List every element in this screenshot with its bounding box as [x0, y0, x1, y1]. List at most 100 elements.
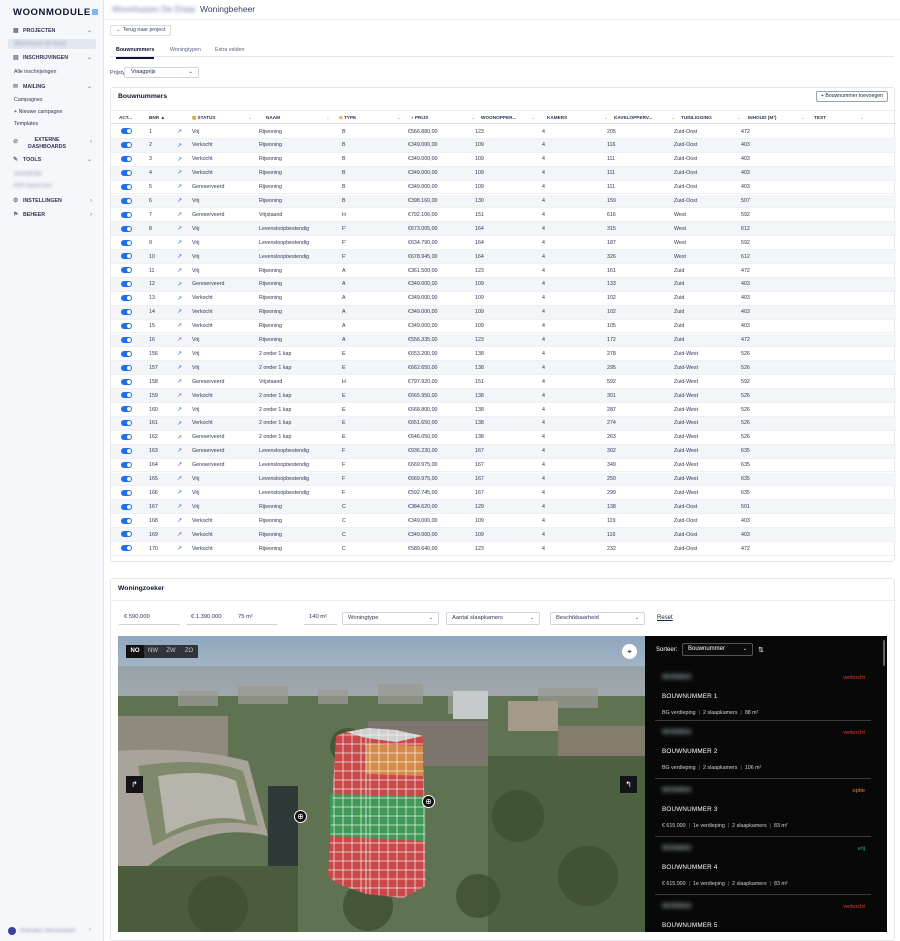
direction-zo[interactable]: ZO [180, 645, 198, 658]
unit-card[interactable]: WONING optie BOUWNUMMER 3 € 615.000 | 1e verd… [655, 779, 871, 837]
active-toggle[interactable] [121, 156, 132, 163]
active-toggle[interactable] [121, 406, 132, 413]
table-row[interactable]: ↗ 16 Vrij Rijwoning A €556.335,00 123 4 172 Zuid 4… [111, 333, 896, 348]
sidebar-section-manage[interactable]: ⚑ BEHEER › [0, 210, 104, 220]
edit-icon[interactable]: ↗ [177, 308, 182, 315]
col-header-status[interactable]: ▦STATUS ⌄ [192, 115, 252, 121]
unit-card[interactable]: WONING verkocht BOUWNUMMER 1 BG verdieping |… [655, 666, 871, 721]
active-toggle[interactable] [121, 211, 132, 218]
table-row[interactable]: ↗ 157 Vrij 2 onder 1 kap E €662.650,00 138 4 295… [111, 361, 896, 376]
sidebar-item-project[interactable]: Woonhuizen De Draai [14, 41, 66, 47]
edit-icon[interactable]: ↗ [177, 128, 182, 135]
chevron-right-icon[interactable]: › [89, 927, 91, 933]
active-toggle[interactable] [121, 531, 132, 538]
active-toggle[interactable] [121, 253, 132, 260]
area-min-input[interactable]: 75 m² [233, 612, 278, 625]
active-toggle[interactable] [121, 295, 132, 302]
reset-link[interactable]: Reset [657, 615, 673, 621]
direction-nw[interactable]: NW [144, 645, 162, 658]
edit-icon[interactable]: ↗ [177, 392, 182, 399]
active-toggle[interactable] [121, 267, 132, 274]
active-toggle[interactable] [121, 309, 132, 316]
active-toggle[interactable] [121, 239, 132, 246]
active-toggle[interactable] [121, 364, 132, 371]
edit-icon[interactable]: ↗ [177, 267, 182, 274]
edit-icon[interactable]: ↗ [177, 420, 182, 427]
table-row[interactable]: ↗ 168 Verkocht Rijwoning C €349.000,00 109 4 119… [111, 514, 896, 529]
active-toggle[interactable] [121, 183, 132, 190]
edit-icon[interactable]: ↗ [177, 350, 182, 357]
rotate-left-icon[interactable]: ↱ [126, 776, 143, 793]
area-max-input[interactable]: 140 m² [304, 612, 337, 625]
table-row[interactable]: ↗ 158 Gereserveerd Vrijstaand H €797.920,00 15… [111, 375, 896, 390]
edit-icon[interactable]: ↗ [177, 142, 182, 149]
col-header-inhoud[interactable]: INHOUD (M³) ⌄ [748, 115, 805, 120]
active-toggle[interactable] [121, 128, 132, 135]
table-row[interactable]: ↗ 7 Gereserveerd Vrijstaand H €792.106,00 151 4… [111, 208, 896, 223]
edit-icon[interactable]: ↗ [177, 156, 182, 163]
active-toggle[interactable] [121, 350, 132, 357]
edit-icon[interactable]: ↗ [177, 447, 182, 454]
active-toggle[interactable] [121, 545, 132, 552]
active-toggle[interactable] [121, 197, 132, 204]
unit-card[interactable]: WONING verkocht BOUWNUMMER 5 [655, 895, 871, 932]
table-row[interactable]: ↗ 160 Vrij 2 onder 1 kap E €668.800,00 138 4 287… [111, 403, 896, 417]
active-toggle[interactable] [121, 420, 132, 427]
tab-bouwnummers[interactable]: Bouwnummers [116, 47, 155, 59]
sidebar-item-templates[interactable]: Templates [14, 121, 38, 127]
col-header-woonopp[interactable]: WOONOPPER... ⌄ [481, 115, 535, 120]
col-header-bnr[interactable]: BNR ▲ [149, 115, 165, 120]
active-toggle[interactable] [121, 475, 132, 482]
table-row[interactable]: ↗ 163 Gereserveerd Levensloopbestendig F €936… [111, 444, 896, 459]
unit-card[interactable]: WONING verkocht BOUWNUMMER 2 BG verdieping |… [655, 721, 871, 779]
price-min-input[interactable]: € 590.000 [119, 612, 180, 625]
sidebar-item-new-campaign[interactable]: + Nieuwe campagne [14, 109, 62, 115]
table-row[interactable]: ↗ 5 Gereserveerd Rijwoning B €349.000,00 109 4 1… [111, 181, 896, 195]
active-toggle[interactable] [121, 170, 132, 177]
edit-icon[interactable]: ↗ [177, 239, 182, 246]
table-row[interactable]: ↗ 162 Gereserveerd 2 onder 1 kap E €646.050,0… [111, 431, 896, 445]
table-row[interactable]: ↗ 6 Vrij Rijwoning B €398.160,00 130 4 159 Zuid-O… [111, 194, 896, 209]
breadcrumb-project[interactable]: Woonhuizen De Draai [112, 4, 195, 14]
rotate-right-icon[interactable]: ↰ [620, 776, 637, 793]
sidebar-item-all-registrations[interactable]: Alle inschrijvingen [14, 69, 56, 75]
location-pin-icon[interactable]: ⌖ [622, 644, 637, 659]
edit-icon[interactable]: ↗ [177, 183, 182, 190]
edit-icon[interactable]: ↗ [177, 169, 182, 176]
table-row[interactable]: ↗ 15 Verkocht Rijwoning A €349.000,00 109 4 105 Z… [111, 320, 896, 334]
table-row[interactable]: ↗ 159 Verkocht 2 onder 1 kap E €665.950,00 138… [111, 389, 896, 403]
edit-icon[interactable]: ↗ [177, 503, 182, 510]
table-row[interactable]: ↗ 11 Vrij Rijwoning A €361.500,00 123 4 161 Zuid 4… [111, 264, 896, 278]
table-row[interactable]: ↗ 1 Vrij Rijwoning B €566.880,00 123 4 205 Zuid-O… [111, 125, 896, 139]
sidebar-section-projects[interactable]: ▦ PROJECTEN ⌄ [0, 26, 104, 36]
sort-order-icon[interactable]: ⇅ [758, 646, 764, 654]
active-toggle[interactable] [121, 434, 132, 441]
active-toggle[interactable] [121, 489, 132, 496]
active-toggle[interactable] [121, 448, 132, 455]
sidebar-item-tool-1[interactable]: Inschrijf-lijst [14, 171, 42, 177]
sort-select[interactable]: Bouwnummer ⌄ [682, 643, 753, 656]
active-toggle[interactable] [121, 378, 132, 385]
table-row[interactable]: ↗ 156 Vrij 2 onder 1 kap E €653.200,00 138 4 278… [111, 347, 896, 362]
edit-icon[interactable]: ↗ [177, 461, 182, 468]
table-row[interactable]: ↗ 170 Verkocht Rijwoning C €589.640,00 123 4 232… [111, 542, 896, 556]
app-logo[interactable]: WOONMODULE [13, 7, 98, 18]
active-toggle[interactable] [121, 336, 132, 343]
active-toggle[interactable] [121, 281, 132, 288]
beschikbaarheid-select[interactable]: Beschikbaarheid ⌄ [550, 612, 645, 625]
edit-icon[interactable]: ↗ [177, 378, 182, 385]
active-toggle[interactable] [121, 392, 132, 399]
edit-icon[interactable]: ↗ [177, 531, 182, 538]
col-header-active[interactable]: ACT... [119, 115, 132, 120]
price-max-input[interactable]: € 1.390.000 [186, 612, 234, 625]
woningtype-select[interactable]: Woningtype ⌄ [342, 612, 439, 625]
active-toggle[interactable] [121, 517, 132, 524]
edit-icon[interactable]: ↗ [177, 281, 182, 288]
col-header-type[interactable]: ⊞TYPE ⌄ [339, 115, 401, 121]
tab-extra-velden[interactable]: Extra velden [215, 47, 244, 53]
table-row[interactable]: ↗ 169 Verkocht Rijwoning C €349.000,00 109 4 116… [111, 528, 896, 542]
back-to-project-button[interactable]: ← Terug naar project [110, 25, 172, 36]
edit-icon[interactable]: ↗ [177, 253, 182, 260]
add-bouwnummer-button[interactable]: + Bouwnummer toevoegen [815, 91, 888, 102]
aerial-view[interactable]: NO NW ZW ZO ⌖ ↱ ↰ ⊕ ⊕ [118, 636, 645, 932]
